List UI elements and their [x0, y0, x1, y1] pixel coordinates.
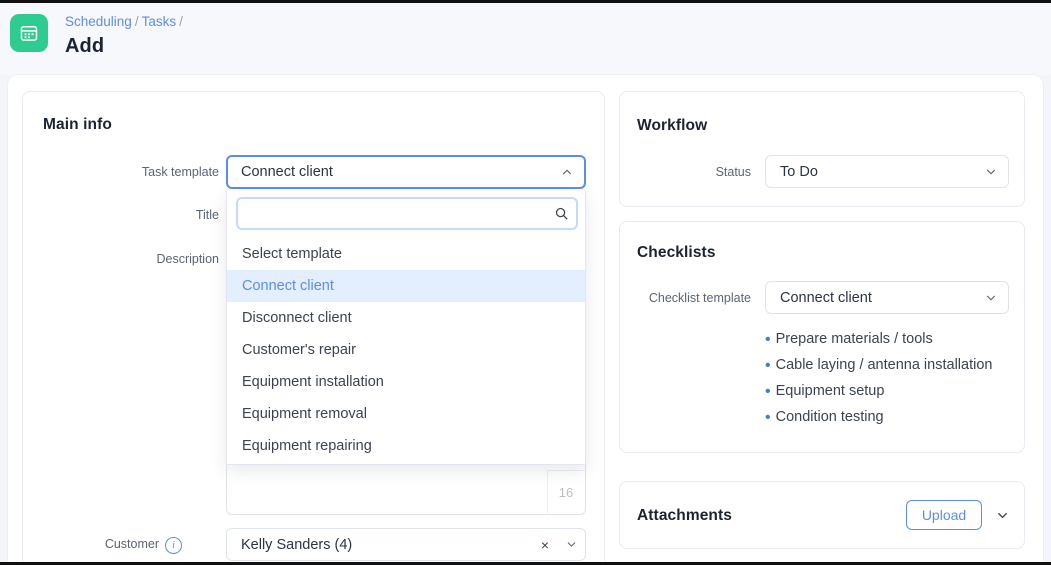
template-option-equipment-installation[interactable]: Equipment installation — [227, 366, 585, 398]
customer-label: Customer i — [86, 536, 182, 555]
task-template-dropdown: Select template Connect client Disconnec… — [226, 191, 586, 465]
task-template-value: Connect client — [241, 164, 333, 180]
template-search-field[interactable] — [236, 197, 578, 230]
checklist-template-label: Checklist template — [648, 291, 751, 305]
main-info-title: Main info — [43, 116, 112, 133]
workflow-card: Workflow — [619, 91, 1025, 207]
page-title: Add — [65, 35, 105, 57]
customer-value: Kelly Sanders (4) — [241, 536, 353, 553]
info-icon[interactable]: i — [165, 537, 182, 555]
checklist-template-value: Connect client — [780, 289, 872, 306]
description-label: Description — [156, 252, 219, 266]
chevron-down-icon[interactable] — [557, 538, 585, 551]
list-item: • Equipment setup — [765, 383, 992, 409]
template-option-select-template[interactable]: Select template — [227, 238, 585, 270]
template-search-input[interactable] — [238, 204, 546, 223]
checklist-item-label: Prepare materials / tools — [775, 331, 933, 347]
checklist-item-label: Cable laying / antenna installation — [775, 357, 993, 373]
chevron-down-icon[interactable] — [990, 503, 1014, 527]
chevron-up-icon[interactable] — [550, 165, 584, 179]
attachments-title: Attachments — [637, 507, 732, 524]
page-header: Scheduling / Tasks / Add — [0, 3, 1051, 75]
list-item: • Condition testing — [765, 409, 992, 435]
customer-clear-button[interactable]: × — [535, 537, 557, 553]
status-label: Status — [715, 165, 751, 179]
list-item: • Cable laying / antenna installation — [765, 357, 992, 383]
breadcrumb-separator-2: / — [179, 14, 183, 29]
checklist-item-list: • Prepare materials / tools • Cable layi… — [765, 331, 992, 435]
bullet-icon: • — [765, 383, 771, 400]
breadcrumb: Scheduling / Tasks / — [65, 13, 186, 31]
header-text-block: Scheduling / Tasks / Add — [65, 12, 186, 59]
checklist-item-label: Condition testing — [775, 409, 884, 425]
calendar-icon — [10, 14, 48, 52]
upload-button[interactable]: Upload — [906, 500, 982, 530]
template-option-disconnect-client[interactable]: Disconnect client — [227, 302, 585, 334]
chevron-down-icon[interactable] — [974, 165, 1008, 179]
bullet-icon: • — [765, 357, 771, 374]
close-icon: × — [540, 536, 550, 553]
status-select[interactable]: To Do — [765, 155, 1009, 188]
template-option-connect-client[interactable]: Connect client — [227, 270, 585, 302]
template-option-equipment-removal[interactable]: Equipment removal — [227, 398, 585, 430]
task-template-label: Task template — [141, 165, 219, 179]
template-option-equipment-repairing[interactable]: Equipment repairing — [227, 430, 585, 462]
checklist-template-select[interactable]: Connect client — [765, 281, 1009, 314]
task-template-select[interactable]: Connect client — [226, 155, 586, 189]
search-icon[interactable] — [546, 206, 576, 221]
customer-select[interactable]: Kelly Sanders (4) × — [226, 528, 586, 561]
bullet-icon: • — [765, 409, 771, 426]
checklists-title: Checklists — [637, 244, 716, 261]
breadcrumb-item-scheduling[interactable]: Scheduling — [65, 14, 132, 29]
status-value: To Do — [780, 163, 818, 180]
description-char-counter: 16 — [547, 470, 584, 513]
breadcrumb-separator-1: / — [134, 14, 139, 29]
workflow-title: Workflow — [637, 117, 708, 134]
list-item: • Prepare materials / tools — [765, 331, 992, 357]
title-label: Title — [195, 208, 219, 222]
template-option-list: Select template Connect client Disconnec… — [227, 238, 585, 462]
customer-label-text: Customer — [104, 537, 159, 551]
bullet-icon: • — [765, 331, 771, 348]
breadcrumb-item-tasks[interactable]: Tasks — [142, 14, 177, 29]
chevron-down-icon[interactable] — [974, 291, 1008, 305]
template-option-customers-repair[interactable]: Customer's repair — [227, 334, 585, 366]
checklist-item-label: Equipment setup — [775, 383, 885, 399]
app-viewport: Scheduling / Tasks / Add Main info Task tem… — [0, 0, 1051, 565]
